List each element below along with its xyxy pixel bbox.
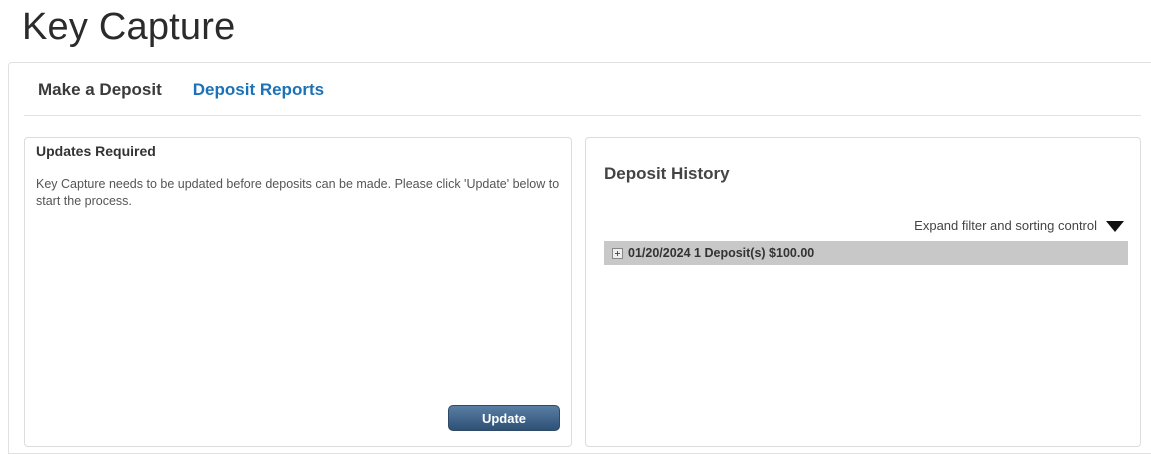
tab-make-a-deposit[interactable]: Make a Deposit — [38, 80, 162, 100]
deposit-history-row[interactable]: 01/20/2024 1 Deposit(s) $100.00 — [604, 241, 1128, 265]
deposit-history-panel: Deposit History Expand filter and sortin… — [585, 137, 1141, 447]
updates-panel-title: Updates Required — [36, 143, 156, 159]
tabs-divider — [24, 115, 1141, 116]
updates-message: Key Capture needs to be updated before d… — [36, 177, 560, 208]
update-button[interactable]: Update — [448, 405, 560, 431]
deposit-history-row-text: 01/20/2024 1 Deposit(s) $100.00 — [628, 246, 815, 260]
triangle-down-icon[interactable] — [1106, 221, 1124, 232]
tab-bar: Make a Deposit Deposit Reports — [30, 78, 324, 102]
page-title: Key Capture — [22, 6, 236, 48]
updates-required-panel: Updates Required Key Capture needs to be… — [24, 137, 572, 447]
deposit-history-title: Deposit History — [604, 164, 730, 183]
tab-deposit-reports[interactable]: Deposit Reports — [193, 80, 324, 100]
filter-sort-label[interactable]: Expand filter and sorting control — [914, 218, 1097, 233]
expand-icon[interactable] — [612, 247, 623, 259]
filter-sort-toggle[interactable]: Expand filter and sorting control — [914, 218, 1124, 233]
